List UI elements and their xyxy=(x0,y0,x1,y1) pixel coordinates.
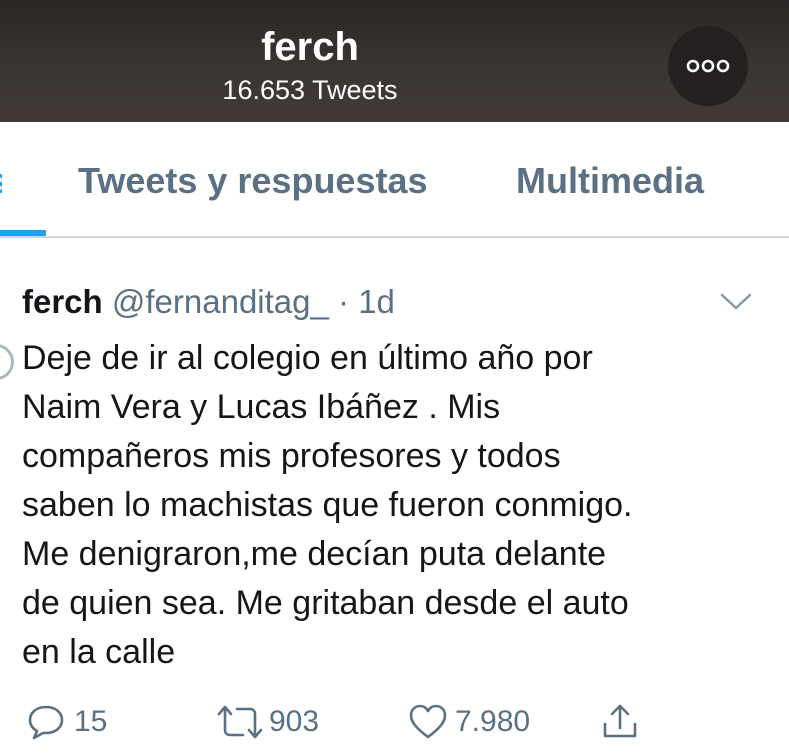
more-options-button[interactable] xyxy=(668,26,748,106)
reply-icon xyxy=(28,705,64,740)
tweet-author-name[interactable]: ferch xyxy=(22,283,103,320)
profile-header: ferch 16.653 Tweets xyxy=(0,0,789,122)
reply-count: 15 xyxy=(74,705,108,738)
tweet-count: 16.653 Tweets xyxy=(222,75,398,105)
profile-tabs: s Tweets y respuestas Multimedia xyxy=(0,122,789,238)
like-count: 7.980 xyxy=(455,705,531,738)
tweet-timestamp[interactable]: 1d xyxy=(358,283,395,320)
tab-tweets[interactable]: s xyxy=(0,160,2,202)
retweet-count: 903 xyxy=(269,705,320,738)
tab-media[interactable]: Multimedia xyxy=(516,160,704,202)
avatar[interactable] xyxy=(0,344,14,380)
tweet-text: Deje de ir al colegio en último año por … xyxy=(22,339,633,671)
tab-tweets-and-replies[interactable]: Tweets y respuestas xyxy=(78,160,428,202)
tweet-header: ferch @fernanditag_ · 1d xyxy=(22,282,395,322)
tweet[interactable]: ferch @fernanditag_ · 1d Deje de ir al c… xyxy=(0,238,789,756)
active-tab-indicator xyxy=(0,230,46,236)
share-icon xyxy=(603,704,637,738)
header-separator: · xyxy=(338,283,350,320)
profile-name: ferch xyxy=(261,25,359,69)
more-dots-icon xyxy=(686,59,730,73)
chevron-down-icon[interactable] xyxy=(718,290,754,314)
retweet-icon xyxy=(217,705,263,739)
heart-icon xyxy=(409,704,447,739)
tweet-actions: 15 903 7.980 xyxy=(0,692,789,748)
tweet-author-handle[interactable]: @fernanditag_ xyxy=(112,283,329,320)
